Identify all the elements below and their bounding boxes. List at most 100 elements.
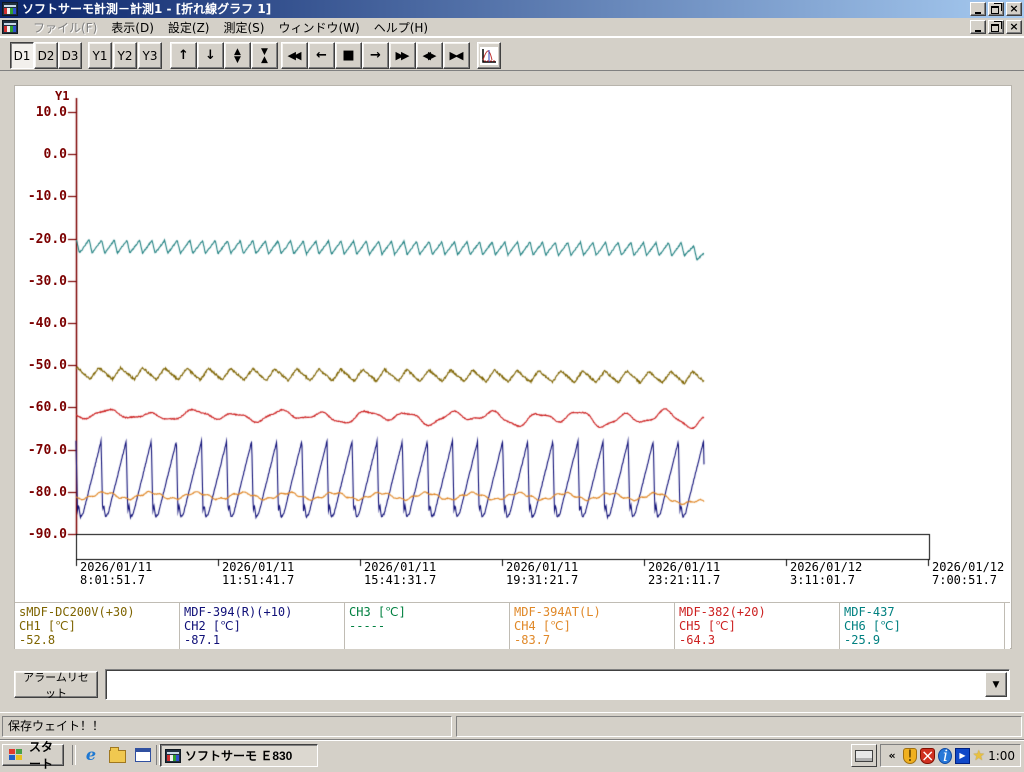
security-warning-shield-icon[interactable]: ! xyxy=(903,746,918,765)
toolbar-button-scroll-right-icon[interactable]: → xyxy=(362,42,389,69)
status-panel-2 xyxy=(456,716,1022,737)
legend-cell-ch6: MDF-437 CH6 [℃] -25.9 xyxy=(840,603,1005,649)
restore-button[interactable] xyxy=(988,2,1004,16)
toolbar-button-d1[interactable]: D1 xyxy=(10,42,34,69)
windows-logo-icon xyxy=(9,749,22,761)
y-tick-label: -50.0 xyxy=(27,358,67,374)
channel-value: ----- xyxy=(349,619,386,633)
channel-name: MDF-437 xyxy=(844,605,895,619)
toolbar-button-d3[interactable]: D3 xyxy=(58,42,82,69)
toolbar-button-scroll-left-icon[interactable]: ← xyxy=(308,42,335,69)
legend-cell-ch4: MDF-394AT(L) CH4 [℃] -83.7 xyxy=(510,603,675,649)
mdi-minimize-button[interactable] xyxy=(970,20,986,34)
toolbar-button-rewind-icon[interactable]: ◀◀ xyxy=(281,42,308,69)
window-title: ソフトサーモ計測－計測1 - [折れ線グラフ 1] xyxy=(22,2,272,16)
toolbar-button-compress-horizontal-icon[interactable]: ▶◀ xyxy=(443,42,470,69)
task-button-softthermo[interactable]: ソフトサーモ Ｅ830 xyxy=(160,744,318,767)
channel-label: CH4 [℃] xyxy=(514,619,571,633)
minimize-button[interactable] xyxy=(970,2,986,16)
toolbar-button-stop-icon[interactable]: ■ xyxy=(335,42,362,69)
menu-file[interactable]: ファイル(F) xyxy=(26,17,104,38)
app-icon[interactable] xyxy=(2,2,18,16)
toolbar-button-y1[interactable]: Y1 xyxy=(88,42,112,69)
y-tick-label: -40.0 xyxy=(27,316,67,331)
menu-help[interactable]: ヘルプ(H) xyxy=(367,17,435,38)
legend-cell-ch5: MDF-382(+20) CH5 [℃] -64.3 xyxy=(675,603,840,649)
menu-settings[interactable]: 設定(Z) xyxy=(161,17,217,38)
toolbar-button-y2[interactable]: Y2 xyxy=(113,42,137,69)
y-tick-label: 0.0 xyxy=(43,147,67,163)
keyboard-indicator[interactable] xyxy=(851,744,877,767)
toolbar-button-expand-horizontal-icon[interactable]: ◀▶ xyxy=(416,42,443,69)
taskbar-separator xyxy=(72,745,76,765)
x-tick-label: 2026/01/11 19:31:21.7 xyxy=(506,560,579,587)
channel-name: MDF-394(R)(+10) xyxy=(184,605,293,619)
legend-cell-ch1: sMDF-DC200V(+30) CH1 [℃] -52.8 xyxy=(15,603,180,649)
channel-name: MDF-394AT(L) xyxy=(514,605,601,619)
line-graph-canvas xyxy=(15,86,1011,602)
task-label: ソフトサーモ Ｅ830 xyxy=(185,749,293,763)
channel-label: CH5 [℃] xyxy=(679,619,736,633)
show-desktop-icon[interactable] xyxy=(134,746,152,764)
toolbar-button-compress-vertical-icon[interactable]: ▼ ▲ xyxy=(251,42,278,69)
folder-icon[interactable] xyxy=(108,746,126,764)
star-icon[interactable]: ★ xyxy=(973,748,986,764)
channel-label: CH6 [℃] xyxy=(844,619,901,633)
start-button[interactable]: スタート xyxy=(2,740,64,771)
title-bar: ソフトサーモ計測－計測1 - [折れ線グラフ 1] × xyxy=(0,0,1024,18)
line-graph-icon xyxy=(480,46,498,65)
y-tick-label: -80.0 xyxy=(27,484,67,500)
channel-value: -64.3 xyxy=(679,633,716,647)
y-tick-label: -30.0 xyxy=(27,273,67,289)
y-tick-label: -60.0 xyxy=(27,400,67,416)
x-tick-label: 2026/01/12 3:11:01.7 xyxy=(790,560,863,587)
mdi-restore-button[interactable] xyxy=(988,20,1004,34)
combo-dropdown-button[interactable]: ▼ xyxy=(985,672,1007,697)
channel-label: CH2 [℃] xyxy=(184,619,241,633)
security-alert-shield-icon[interactable]: × xyxy=(920,746,936,765)
x-tick-label: 2026/01/12 7:00:51.7 xyxy=(932,560,1005,587)
toolbar-button-scroll-down-icon[interactable]: ↓ xyxy=(197,42,224,69)
task-app-icon xyxy=(165,748,181,763)
channel-value: -87.1 xyxy=(184,633,221,647)
channel-value: -83.7 xyxy=(514,633,551,647)
mdi-close-button[interactable]: × xyxy=(1006,20,1022,34)
toolbar-button-expand-vertical-icon[interactable]: ▲ ▼ xyxy=(224,42,251,69)
keyboard-icon xyxy=(855,749,873,762)
alarm-combo-value xyxy=(108,672,985,697)
menu-measure[interactable]: 測定(S) xyxy=(216,17,271,38)
channel-value: -25.9 xyxy=(844,633,881,647)
channel-name: sMDF-DC200V(+30) xyxy=(19,605,135,619)
system-tray: « ! × i ▶ ★ 1:00 xyxy=(880,744,1021,767)
channel-name: MDF-382(+20) xyxy=(679,605,766,619)
x-tick-label: 2026/01/11 23:21:11.7 xyxy=(648,560,721,587)
menu-view[interactable]: 表示(D) xyxy=(104,17,161,38)
close-button[interactable]: × xyxy=(1006,2,1022,16)
taskbar-clock: 1:00 xyxy=(988,748,1016,763)
internet-explorer-icon[interactable]: e xyxy=(82,746,100,764)
legend-cell-ch2: MDF-394(R)(+10) CH2 [℃] -87.1 xyxy=(180,603,345,649)
toolbar-button-y3[interactable]: Y3 xyxy=(138,42,162,69)
toolbar-button-d2[interactable]: D2 xyxy=(34,42,58,69)
x-tick-label: 2026/01/11 15:41:31.7 xyxy=(364,560,437,587)
chevron-left-icon[interactable]: « xyxy=(884,748,900,764)
x-tick-label: 2026/01/11 11:51:41.7 xyxy=(222,560,295,587)
mdi-child-icon[interactable] xyxy=(2,20,18,34)
y-tick-label: -90.0 xyxy=(27,527,67,542)
channel-label: CH3 [℃] xyxy=(349,605,406,619)
channel-legend: sMDF-DC200V(+30) CH1 [℃] -52.8 MDF-394(R)(+… xyxy=(15,602,1010,649)
y-tick-label: -10.0 xyxy=(27,189,67,205)
play-button-icon[interactable]: ▶ xyxy=(955,747,970,764)
toolbar-button-fast-forward-icon[interactable]: ▶▶ xyxy=(389,42,416,69)
line-graph-tool-button[interactable] xyxy=(477,42,501,69)
toolbar-button-scroll-up-icon[interactable]: ↑ xyxy=(170,42,197,69)
toolbar: D1 D2 D3 Y1 Y2 Y3 ↑ ↓ ▲ ▼ ▼ ▲ ◀◀ ← ■ → ▶▶ ◀▶ ▶◀ xyxy=(0,37,1024,71)
x-tick-label: 2026/01/11 8:01:51.7 xyxy=(80,560,153,587)
y-tick-label: 10.0 xyxy=(35,105,67,120)
alarm-reset-button[interactable]: アラームリセット xyxy=(14,671,98,700)
y-tick-label: -70.0 xyxy=(27,442,67,458)
alarm-combo-box[interactable]: ▼ xyxy=(105,669,1010,700)
info-balloon-icon[interactable]: i xyxy=(938,746,953,765)
menu-window[interactable]: ウィンドウ(W) xyxy=(271,17,366,38)
taskbar: スタート e ソフトサーモ Ｅ830 « ! × i ▶ ★ 1:00 xyxy=(0,740,1024,771)
